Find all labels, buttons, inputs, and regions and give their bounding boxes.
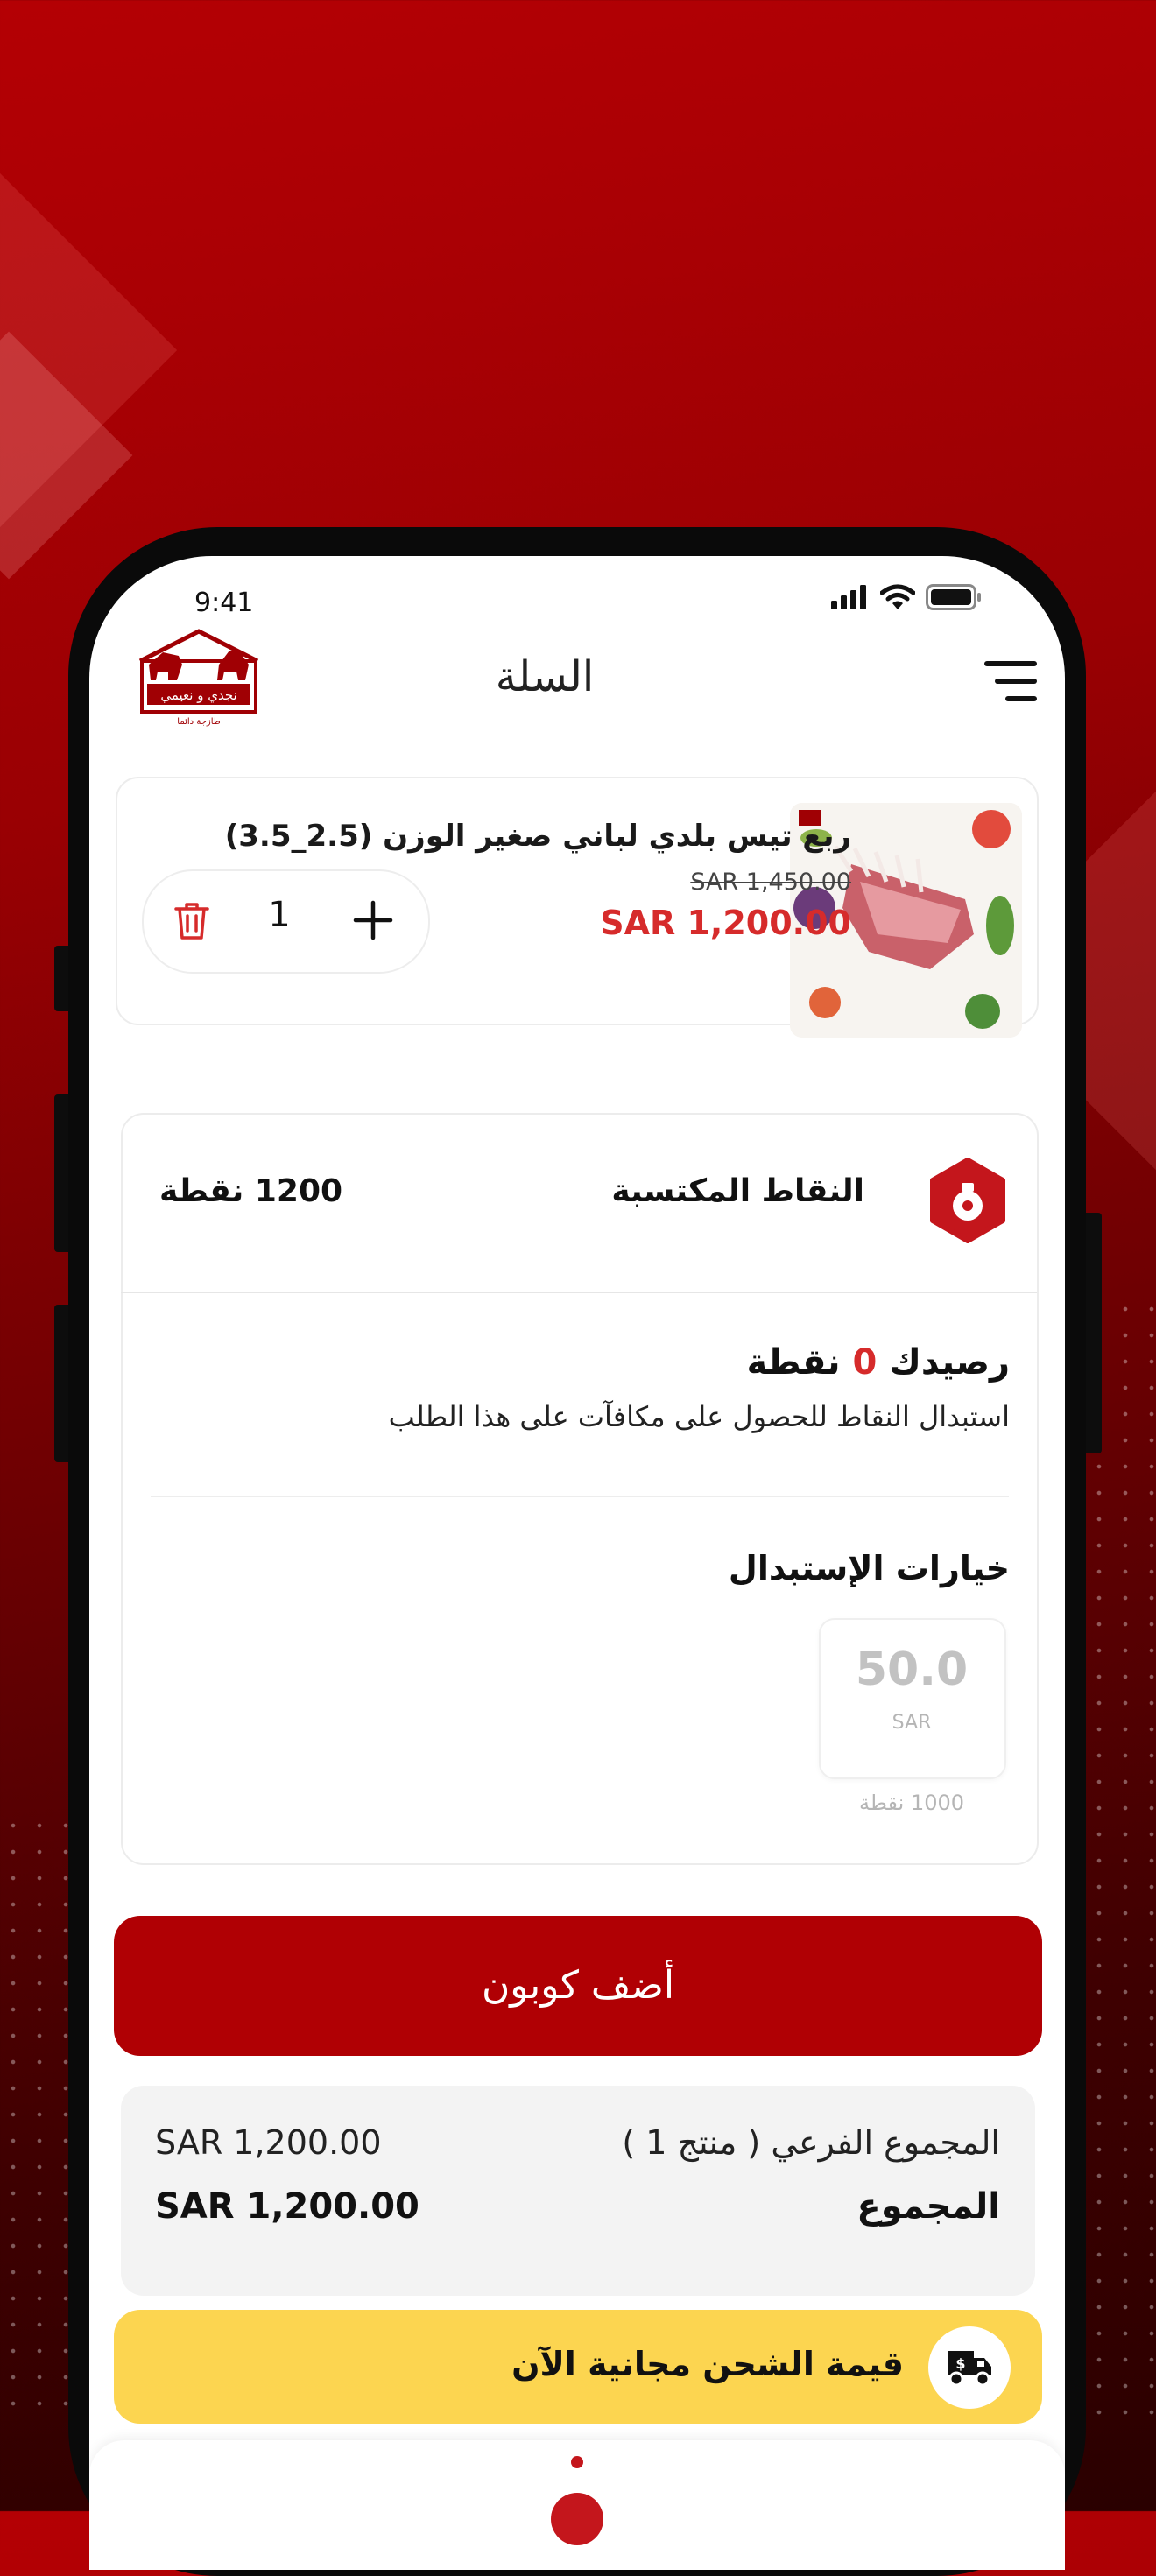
redeem-option-amount: 50.0 bbox=[855, 1643, 969, 1696]
points-value: 1200 نقطة bbox=[159, 1173, 343, 1209]
page-title: السلة bbox=[495, 652, 595, 701]
points-balance-value: 0 bbox=[852, 1342, 878, 1383]
truck-icon: $ bbox=[948, 2351, 991, 2387]
divider bbox=[151, 1496, 1009, 1497]
logo-text: نجدي و نعيمي bbox=[160, 687, 236, 704]
redeem-option-points: 1000 نقطة bbox=[858, 1791, 965, 1815]
product-old-price: SAR 1,450.00 bbox=[690, 869, 851, 896]
signal-icon bbox=[831, 585, 866, 609]
redeem-option-card[interactable] bbox=[819, 1618, 1006, 1779]
free-shipping-text: قيمة الشحن مجانية الآن bbox=[511, 2345, 904, 2383]
logo-tagline: طازجة دائما bbox=[177, 717, 220, 727]
quantity-stepper: 1 bbox=[142, 869, 430, 974]
points-badge-icon bbox=[930, 1158, 1005, 1243]
add-coupon-button[interactable]: أضف كوبون bbox=[114, 1916, 1042, 2056]
redeem-options-title: خيارات الإستبدال bbox=[728, 1549, 1010, 1587]
shipping-icon-circle: $ bbox=[928, 2326, 1011, 2409]
brand-logo: نجدي و نعيمي طازجة دائما bbox=[138, 629, 259, 727]
product-name[interactable]: ربع تيس بلدي لباني صغير الوزن (2.5_3.5) bbox=[216, 819, 851, 854]
total-label: المجموع bbox=[856, 2186, 1000, 2227]
total-value: SAR 1,200.00 bbox=[155, 2186, 419, 2227]
battery-icon bbox=[926, 584, 981, 610]
nav-cart-button[interactable] bbox=[551, 2493, 603, 2545]
points-balance: رصيدك 0 نقطة bbox=[746, 1342, 1010, 1383]
status-time: 9:41 bbox=[194, 588, 254, 618]
trash-icon[interactable] bbox=[173, 901, 210, 941]
product-price: SAR 1,200.00 bbox=[600, 904, 851, 942]
nav-active-indicator bbox=[571, 2456, 583, 2468]
points-title: النقاط المكتسبة bbox=[611, 1173, 864, 1209]
divider bbox=[121, 1292, 1037, 1293]
points-description: استبدال النقاط للحصول على مكافآت على هذا… bbox=[388, 1400, 1010, 1433]
status-icons bbox=[831, 584, 982, 610]
quantity-value: 1 bbox=[268, 895, 291, 935]
redeem-option-currency: SAR bbox=[892, 1712, 932, 1734]
plus-icon[interactable] bbox=[352, 899, 394, 941]
subtotal-value: SAR 1,200.00 bbox=[155, 2123, 382, 2162]
phone-screen: 9:41 السلة نجدي و نعيمي طازجة دائما ربع … bbox=[89, 556, 1065, 2570]
menu-button[interactable] bbox=[984, 661, 1037, 705]
wifi-icon bbox=[880, 584, 915, 609]
subtotal-label: المجموع الفرعي ( منتج 1 ) bbox=[622, 2123, 1000, 2162]
svg-text:$: $ bbox=[955, 2355, 965, 2372]
menu-icon bbox=[984, 661, 1037, 666]
background-dot-pattern bbox=[0, 1812, 70, 2425]
